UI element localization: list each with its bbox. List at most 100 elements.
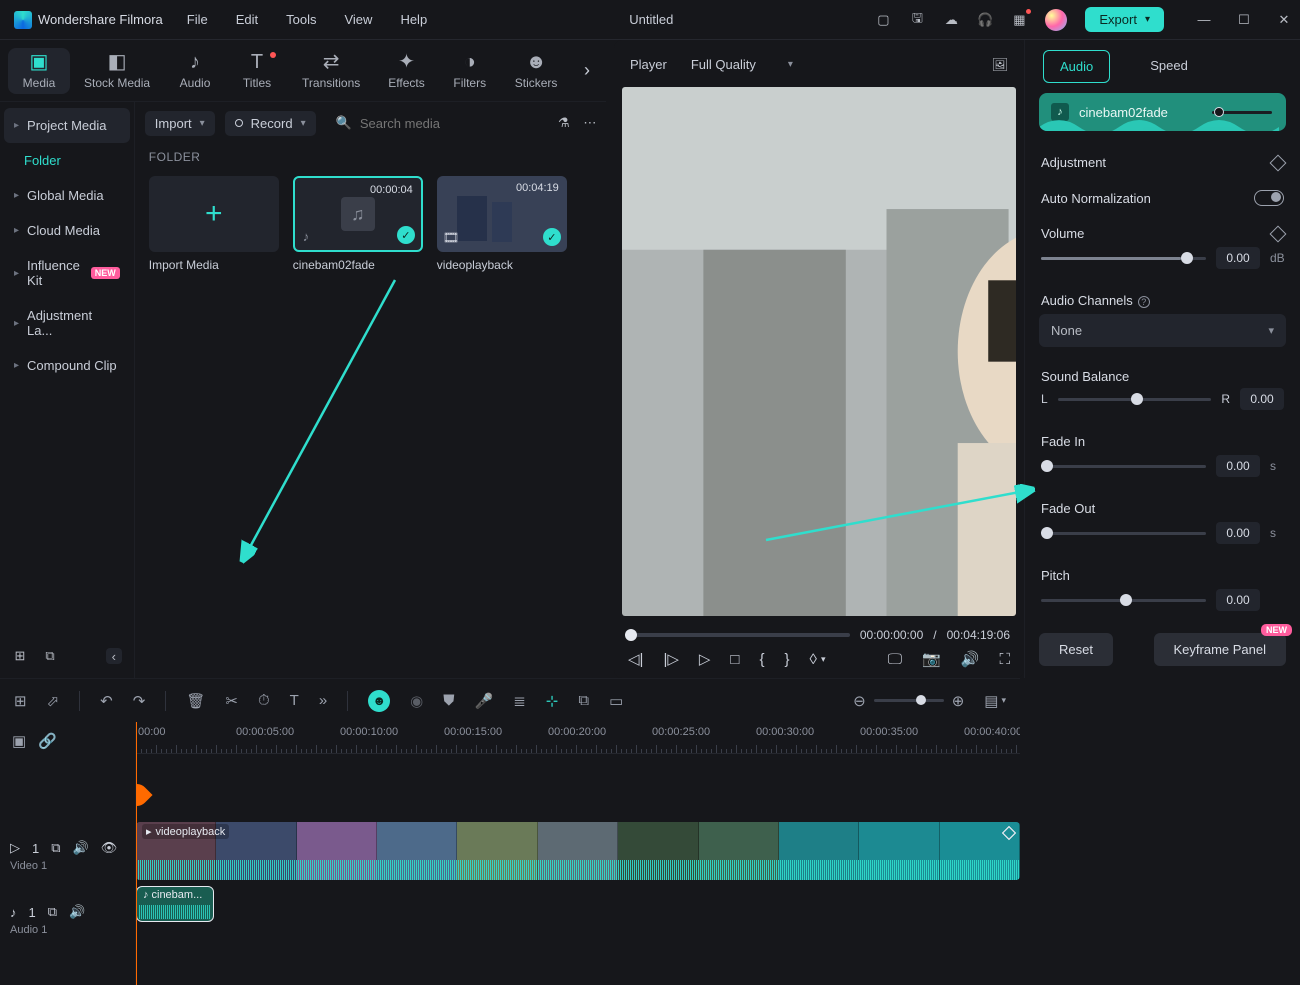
bracket-open-icon[interactable]: { — [759, 651, 764, 668]
tab-audio[interactable]: ♪Audio — [164, 48, 226, 94]
crop-icon[interactable]: ⧉ — [578, 692, 589, 709]
subtitle-icon[interactable]: ≣ — [513, 692, 526, 710]
sidebar-sub-folder[interactable]: Folder — [4, 143, 130, 178]
balance-slider[interactable] — [1058, 398, 1212, 401]
fadeout-value[interactable]: 0.00 — [1216, 522, 1260, 544]
play-icon[interactable]: ▷ — [699, 650, 711, 668]
tab-filters[interactable]: ◑Filters — [439, 48, 501, 94]
fullscreen-icon[interactable]: ⛶ — [999, 651, 1010, 668]
audio-track-header[interactable]: ♪1⧉🔊 Audio 1 — [0, 888, 135, 952]
mute-icon[interactable]: 🔊 — [69, 904, 85, 920]
ai-face-icon[interactable]: ☻ — [368, 690, 390, 712]
menu-tools[interactable]: Tools — [286, 12, 316, 27]
color-wheel-icon[interactable]: ◉ — [410, 692, 423, 710]
zoom-out-icon[interactable]: ⊖ — [853, 692, 866, 710]
speed-icon[interactable]: ⏱ — [258, 692, 270, 709]
volume-icon[interactable]: 🔊 — [961, 650, 980, 668]
menu-file[interactable]: File — [187, 12, 208, 27]
sidebar-item-global-media[interactable]: ▸Global Media — [4, 178, 130, 213]
tab-media[interactable]: ▣Media — [8, 48, 70, 94]
auto-norm-toggle[interactable] — [1254, 190, 1284, 206]
rtab-speed[interactable]: Speed — [1134, 50, 1204, 83]
screen-icon[interactable]: ▢ — [875, 12, 891, 28]
sidebar-item-compound-clip[interactable]: ▸Compound Clip — [4, 348, 130, 383]
record-dropdown[interactable]: Record▾ — [225, 111, 316, 136]
clip-knob[interactable] — [1214, 107, 1224, 117]
magnet-icon[interactable]: ⊹ — [546, 692, 559, 710]
play-backward-icon[interactable]: |▷ — [663, 650, 678, 668]
volume-slider[interactable] — [1041, 257, 1206, 260]
sidebar-item-cloud-media[interactable]: ▸Cloud Media — [4, 213, 130, 248]
zoom-slider[interactable] — [874, 699, 944, 702]
audio-clip[interactable]: ♪cinebam... — [136, 886, 214, 922]
mic-icon[interactable]: 🎤 — [475, 692, 494, 710]
rtab-audio[interactable]: Audio — [1043, 50, 1110, 83]
delete-icon[interactable]: 🗑 — [186, 692, 205, 710]
thumb-audio-cinebam[interactable]: 00:00:04♫♪✓ cinebam02fade — [293, 176, 423, 272]
window-maximize[interactable]: ☐ — [1236, 12, 1252, 28]
sidebar-item-adjustment-layer[interactable]: ▸Adjustment La... — [4, 298, 130, 348]
avatar[interactable] — [1045, 9, 1067, 31]
window-minimize[interactable]: — — [1196, 12, 1212, 28]
tab-titles[interactable]: TTitles — [226, 48, 288, 94]
shield-icon[interactable]: ⛊ — [443, 692, 454, 709]
pitch-slider[interactable] — [1041, 599, 1206, 602]
new-folder-icon[interactable]: ⊞ — [12, 648, 28, 664]
link-icon[interactable]: 🔗 — [38, 732, 57, 750]
export-button[interactable]: Export▾ — [1085, 7, 1164, 32]
video-track-header[interactable]: ▷1⧉🔊👁 Video 1 — [0, 824, 135, 888]
sidebar-item-project-media[interactable]: ▸Project Media — [4, 108, 130, 143]
menu-view[interactable]: View — [344, 12, 372, 27]
search-input[interactable] — [360, 116, 536, 131]
lock-icon[interactable]: ⧉ — [48, 904, 57, 920]
cloud-icon[interactable]: ☁ — [943, 12, 959, 28]
more-icon[interactable]: ⋯ — [582, 115, 598, 131]
bracket-close-icon[interactable]: } — [785, 651, 790, 668]
grid-icon[interactable]: ⊞ — [14, 692, 27, 710]
volume-value[interactable]: 0.00 — [1216, 247, 1260, 269]
import-dropdown[interactable]: Import▾ — [145, 111, 215, 136]
tab-effects[interactable]: ✦Effects — [374, 48, 438, 94]
quality-dropdown[interactable]: Full Quality▾ — [681, 52, 803, 77]
thumb-video-playback[interactable]: 00:04:19🎞✓ videoplayback — [437, 176, 567, 272]
headset-icon[interactable]: 🎧 — [977, 12, 993, 28]
new-bin-icon[interactable]: ⧉ — [42, 648, 58, 664]
prev-frame-icon[interactable]: ◁| — [628, 650, 643, 668]
cursor-icon[interactable]: ⬀ — [47, 692, 60, 710]
redo-icon[interactable]: ↷ — [133, 692, 146, 710]
marker-tool-icon[interactable]: ▭ — [609, 692, 623, 710]
eye-icon[interactable]: 👁 — [101, 840, 118, 856]
zoom-in-icon[interactable]: ⊕ — [952, 692, 965, 710]
fadein-slider[interactable] — [1041, 465, 1206, 468]
tab-stock-media[interactable]: ◧Stock Media — [70, 48, 164, 94]
display-icon[interactable]: 🖵 — [888, 651, 902, 668]
timeline-ruler[interactable]: 00:00 00:00:05:00 00:00:10:00 00:00:15:0… — [136, 722, 1020, 754]
keyframe-diamond-icon[interactable] — [1270, 225, 1287, 242]
sidebar-item-influence-kit[interactable]: ▸Influence KitNEW — [4, 248, 130, 298]
window-close[interactable]: ✕ — [1276, 12, 1292, 28]
fadeout-slider[interactable] — [1041, 532, 1206, 535]
tabs-scroll-right[interactable]: › — [576, 60, 598, 81]
filter-icon[interactable]: ⚗ — [556, 115, 572, 131]
view-mode-icon[interactable]: ▤▾ — [984, 692, 1006, 710]
lock-icon[interactable]: ⧉ — [51, 840, 60, 856]
balance-value[interactable]: 0.00 — [1240, 388, 1284, 410]
player-viewport[interactable] — [622, 87, 1016, 616]
collapse-sidebar[interactable]: ‹ — [106, 648, 122, 664]
keyframe-panel-button[interactable]: Keyframe PanelNEW — [1154, 633, 1287, 666]
channels-select[interactable]: None▾ — [1039, 314, 1286, 347]
scissors-icon[interactable]: ✂ — [225, 692, 238, 710]
track-stack-icon[interactable]: ▣ — [12, 732, 26, 750]
playhead[interactable] — [136, 722, 137, 985]
menu-edit[interactable]: Edit — [236, 12, 258, 27]
menu-help[interactable]: Help — [400, 12, 427, 27]
stop-icon[interactable]: □ — [730, 651, 739, 668]
reset-button[interactable]: Reset — [1039, 633, 1113, 666]
tab-stickers[interactable]: ☻Stickers — [501, 48, 572, 94]
thumb-import[interactable]: + Import Media — [149, 176, 279, 272]
snapshot-icon[interactable]: 🖼 — [992, 57, 1008, 73]
help-icon[interactable]: ? — [1138, 296, 1150, 308]
mute-icon[interactable]: 🔊 — [73, 840, 89, 856]
undo-icon[interactable]: ↶ — [100, 692, 113, 710]
pitch-value[interactable]: 0.00 — [1216, 589, 1260, 611]
